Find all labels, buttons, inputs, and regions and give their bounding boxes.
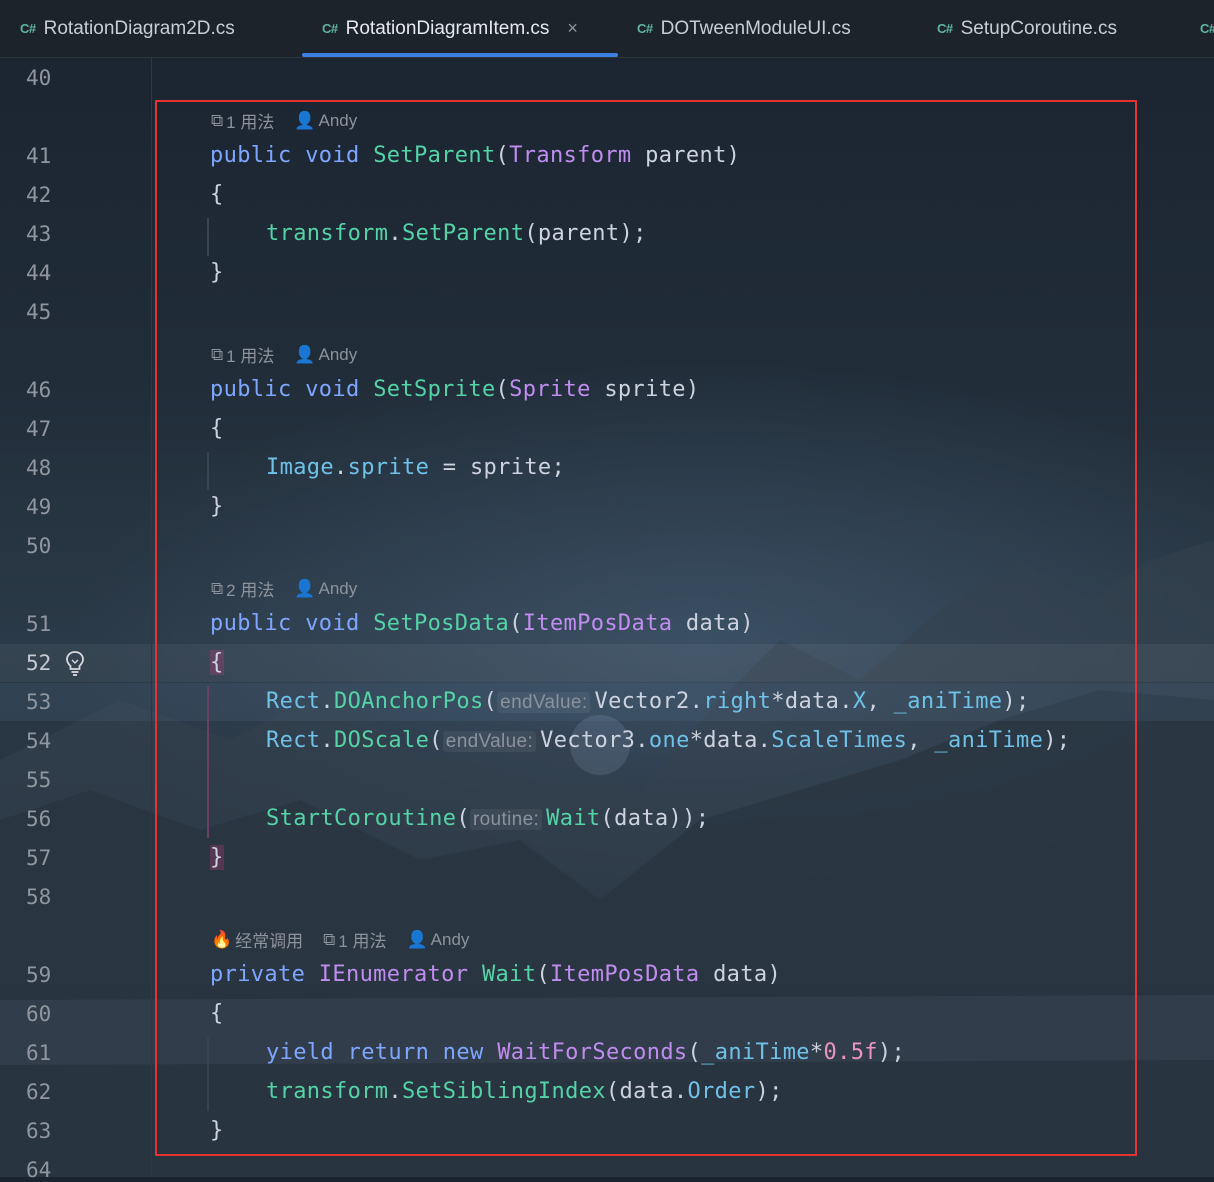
lightbulb-icon[interactable] [64,650,86,676]
line-number: 61 [26,1041,52,1065]
line-number: 49 [26,495,52,519]
tab-dotweenmoduleui[interactable]: C# DOTweenModuleUI.cs [637,0,851,57]
line-number: 40 [26,66,52,90]
tab-label: RotationDiagram2D.cs [43,17,235,39]
line-number: 62 [26,1080,52,1104]
line-number: 55 [26,768,52,792]
line-number: 58 [26,885,52,909]
line-number: 59 [26,963,52,987]
gutter-separator [151,57,152,1177]
csharp-file-icon: C# [1200,21,1214,36]
line-number: 50 [26,534,52,558]
csharp-file-icon: C# [937,21,953,36]
line-number: 52 [26,651,52,675]
highlight-box [155,100,1137,1156]
csharp-file-icon: C# [20,21,36,36]
csharp-file-icon: C# [637,21,653,36]
line-number: 43 [26,222,52,246]
tab-label: DOTweenModuleUI.cs [660,17,851,39]
active-tab-indicator [302,53,618,57]
line-number: 64 [26,1158,52,1182]
line-number: 57 [26,846,52,870]
editor-tab-bar: C# RotationDiagram2D.cs C# RotationDiagr… [0,0,1214,58]
line-number: 48 [26,456,52,480]
line-number: 56 [26,807,52,831]
line-number: 63 [26,1119,52,1143]
line-number: 42 [26,183,52,207]
line-number: 44 [26,261,52,285]
tab-setupcoroutine[interactable]: C# SetupCoroutine.cs [937,0,1117,57]
csharp-file-icon: C# [322,21,338,36]
line-number: 47 [26,417,52,441]
line-number: 53 [26,690,52,714]
line-number: 60 [26,1002,52,1026]
line-number: 45 [26,300,52,324]
line-number: 51 [26,612,52,636]
close-icon[interactable]: × [567,18,578,39]
tab-label: SetupCoroutine.cs [960,17,1117,39]
tab-rotationdiagramitem[interactable]: C# RotationDiagramItem.cs × [322,0,578,57]
tab-rotationdiagram2d[interactable]: C# RotationDiagram2D.cs [20,0,235,57]
line-number: 46 [26,378,52,402]
line-number: 54 [26,729,52,753]
line-number: 41 [26,144,52,168]
tab-overflow[interactable]: C# [1200,0,1214,57]
tab-label: RotationDiagramItem.cs [345,17,550,39]
